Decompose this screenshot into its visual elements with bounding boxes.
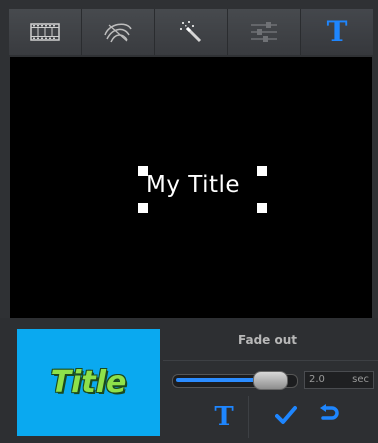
duration-field[interactable]: 2.0 sec (304, 371, 374, 389)
title-style-thumbnail[interactable]: Title (17, 329, 160, 436)
undo-button[interactable] (309, 400, 349, 434)
adjustments-tab[interactable] (228, 9, 301, 55)
clips-tab[interactable] (9, 9, 82, 55)
thumbnail-title-text: Title (50, 365, 127, 400)
titles-tab[interactable]: T (301, 9, 373, 55)
film-strip-icon (30, 23, 60, 41)
transitions-tab[interactable] (82, 9, 155, 55)
resize-handle-bottom-left[interactable] (138, 203, 148, 213)
adjust-sliders-icon (249, 21, 279, 43)
undo-arrow-icon (317, 404, 341, 430)
title-text-icon: T (326, 15, 348, 48)
transition-swirl-icon (101, 19, 135, 45)
preview-title-text[interactable]: My Title (146, 172, 240, 198)
confirm-button[interactable] (266, 400, 306, 434)
resize-handle-top-right[interactable] (257, 166, 267, 176)
checkmark-icon (275, 405, 297, 429)
editor-toolbar: T (9, 9, 373, 55)
effect-label: Fade out (238, 333, 298, 347)
action-separator (248, 396, 249, 438)
text-icon: T (214, 402, 234, 432)
resize-handle-bottom-right[interactable] (257, 203, 267, 213)
magic-wand-icon (178, 19, 204, 45)
duration-value: 2.0 (309, 374, 325, 385)
effects-tab[interactable] (155, 9, 228, 55)
duration-slider-thumb[interactable] (253, 371, 288, 390)
edit-text-button[interactable]: T (204, 400, 244, 434)
duration-slider-fill (176, 378, 263, 382)
duration-unit: sec (352, 374, 369, 385)
resize-handle-top-left[interactable] (138, 166, 148, 176)
panel-divider (163, 360, 378, 361)
